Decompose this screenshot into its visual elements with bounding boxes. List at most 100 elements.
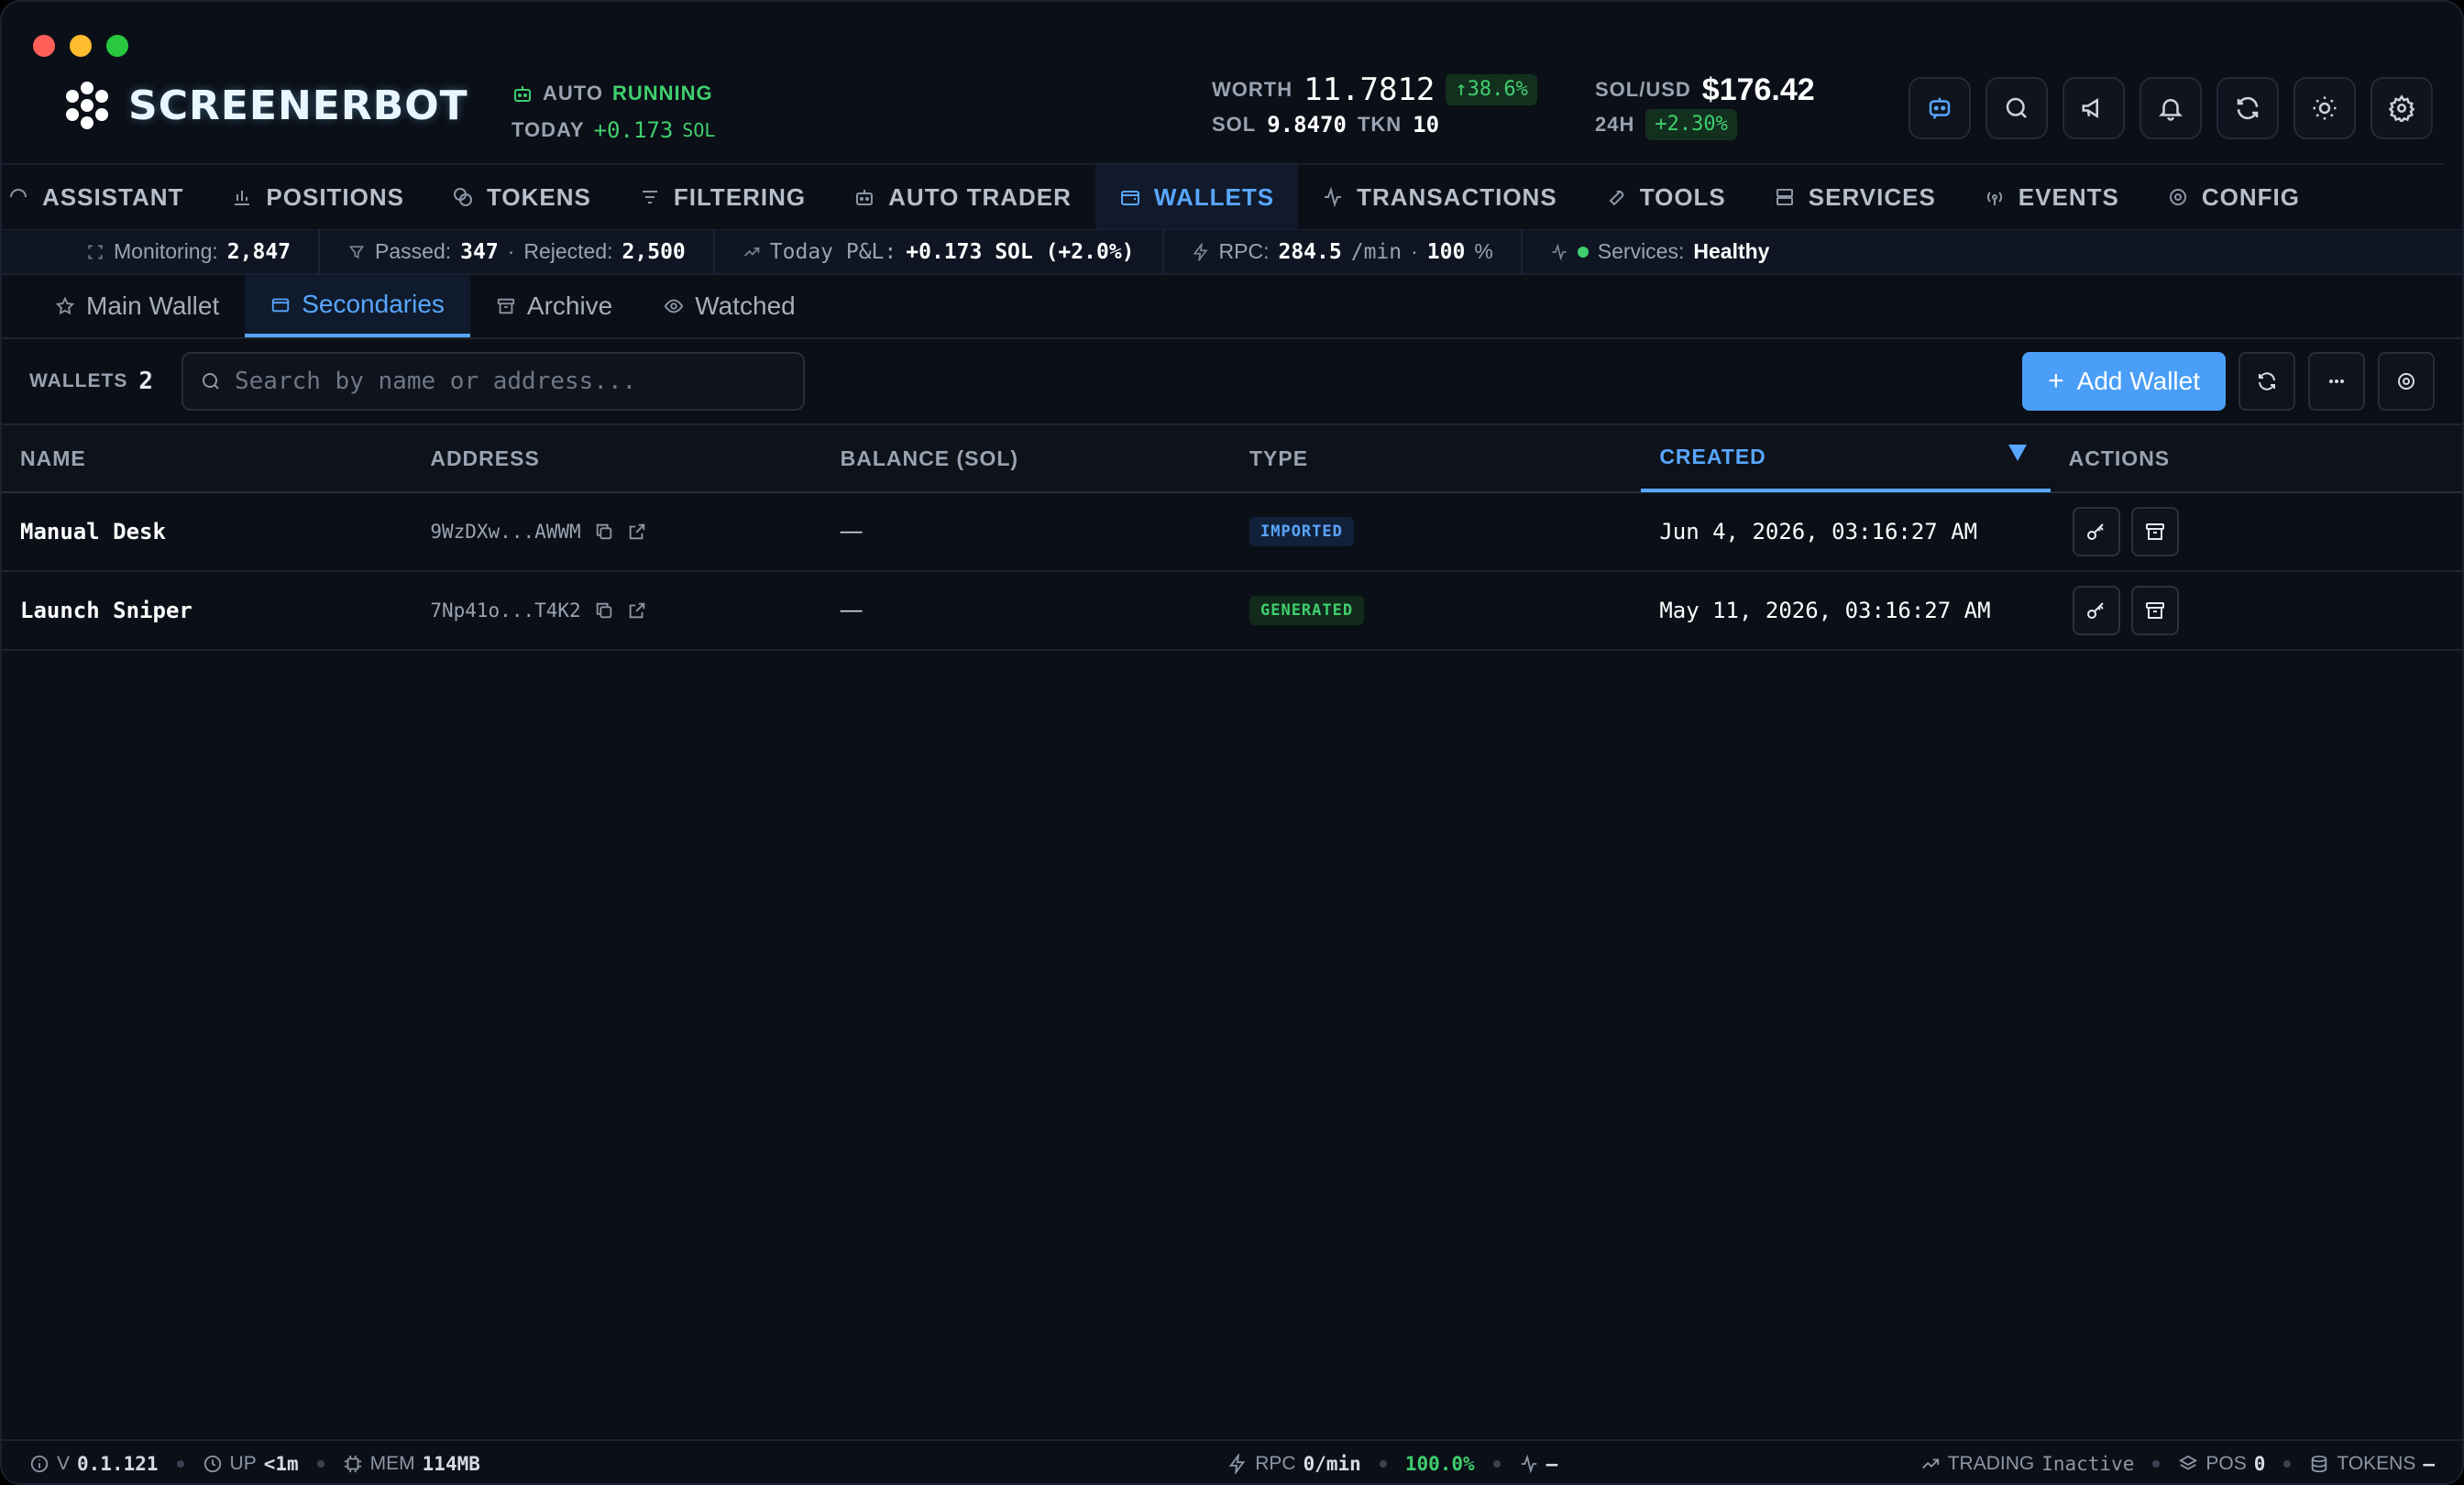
robot-icon	[514, 86, 531, 102]
table-settings-button[interactable]	[2378, 352, 2435, 411]
external-link-icon[interactable]	[627, 522, 647, 542]
announcements-button[interactable]	[2062, 77, 2125, 139]
activity-icon	[1552, 243, 1567, 260]
wallet-balance: —	[840, 598, 863, 622]
nav-label: TOOLS	[1639, 182, 1726, 211]
nav-label: EVENTS	[2018, 182, 2119, 211]
sol-label: SOL	[1212, 113, 1257, 136]
megaphone-icon	[2082, 97, 2098, 119]
row-actions	[2051, 571, 2462, 650]
tab-watched[interactable]: Watched	[638, 275, 820, 337]
positions-value: 0	[2253, 1453, 2266, 1475]
theme-toggle-button[interactable]	[2294, 77, 2356, 139]
chart-bar-icon	[235, 191, 250, 205]
tab-archive[interactable]: Archive	[470, 275, 638, 337]
services-label: Services:	[1597, 239, 1685, 263]
search-box	[181, 352, 805, 411]
solusd-value: $176.42	[1701, 72, 1815, 107]
table-row[interactable]: Manual Desk 9WzDXw...AWWM — IMPORTED Jun…	[2, 493, 2462, 572]
nav-item-transactions[interactable]: TRANSACTIONS	[1298, 165, 1581, 229]
today-label: TODAY	[512, 118, 585, 141]
nav-label: TRANSACTIONS	[1357, 182, 1557, 211]
export-key-button[interactable]	[2072, 507, 2120, 556]
footer-separator	[1379, 1460, 1387, 1468]
gear-icon	[2388, 94, 2415, 122]
settings-button[interactable]	[2370, 77, 2433, 139]
rpc-label: RPC	[1255, 1453, 1296, 1474]
column-header-created[interactable]: CREATED	[1641, 424, 2051, 492]
tab-secondaries[interactable]: Secondaries	[245, 275, 470, 337]
wallets-toolbar: WALLETS 2 + Add Wallet	[2, 339, 2462, 425]
refresh-wallets-button[interactable]	[2238, 352, 2295, 411]
pnl-label: Today P&L:	[769, 239, 897, 264]
nav-label: CONFIG	[2201, 182, 2300, 211]
app-header: SCREENERBOT AUTO RUNNING TODAY +0.173 SO…	[2, 2, 2462, 163]
plus-icon: +	[2048, 366, 2064, 396]
column-header-name[interactable]: NAME	[2, 424, 412, 492]
wallet-name: Manual Desk	[20, 519, 166, 544]
maximize-window-button[interactable]	[106, 35, 128, 57]
search-icon	[2006, 97, 2027, 118]
column-header-address[interactable]: ADDRESS	[412, 424, 821, 492]
status-dot	[1577, 246, 1589, 258]
nav-item-wallets[interactable]: WALLETS	[1094, 165, 1299, 229]
column-header-balance[interactable]: BALANCE (SOL)	[822, 424, 1231, 492]
column-header-type[interactable]: TYPE	[1231, 424, 1641, 492]
footer-separator	[2152, 1460, 2161, 1468]
trending-up-icon	[1921, 1458, 1939, 1469]
uptime-value: <1m	[263, 1453, 299, 1475]
search-button[interactable]	[1986, 77, 2048, 139]
h24-change-badge: +2.30%	[1645, 109, 1737, 140]
version-label: V	[57, 1453, 71, 1474]
created-date: May 11, 2026, 03:16:27 AM	[1659, 598, 1991, 623]
nav-item-positions[interactable]: POSITIONS	[207, 165, 428, 229]
wallets-count-value: 2	[138, 368, 154, 395]
archive-wallet-button[interactable]	[2130, 586, 2179, 635]
footer-separator	[176, 1460, 184, 1468]
notifications-button[interactable]	[2140, 77, 2202, 139]
archive-icon	[497, 298, 515, 314]
archive-wallet-button[interactable]	[2130, 507, 2179, 556]
nav-item-config[interactable]: CONFIG	[2143, 165, 2324, 229]
star-icon	[55, 296, 75, 315]
rejected-value: 2,500	[622, 239, 686, 264]
nav-item-events[interactable]: EVENTS	[1960, 165, 2143, 229]
tab-main-wallet[interactable]: Main Wallet	[29, 275, 245, 337]
monitoring-value: 2,847	[226, 239, 292, 264]
assistant-icon	[10, 189, 27, 198]
rpc-unit: /min	[1350, 239, 1402, 264]
nav-item-auto-trader[interactable]: AUTO TRADER	[830, 165, 1095, 229]
wallet-name: Launch Sniper	[20, 598, 192, 623]
info-icon	[30, 1455, 49, 1473]
more-options-button[interactable]	[2308, 352, 2365, 411]
auto-status: RUNNING	[611, 82, 713, 104]
uptime-label: UP	[229, 1453, 257, 1474]
refresh-button[interactable]	[2216, 77, 2279, 139]
nav-item-tokens[interactable]: TOKENS	[428, 165, 615, 229]
export-key-button[interactable]	[2072, 586, 2120, 635]
ticker-monitoring: Monitoring: 2,847	[59, 228, 321, 275]
external-link-icon[interactable]	[627, 600, 647, 621]
nav-item-filtering[interactable]: FILTERING	[615, 165, 830, 229]
search-input[interactable]	[234, 368, 785, 395]
table-row[interactable]: Launch Sniper 7Np41o...T4K2 — GENERATED …	[2, 572, 2462, 651]
nav-item-tools[interactable]: TOOLS	[1581, 165, 1750, 229]
copy-icon[interactable]	[594, 522, 614, 542]
archive-icon	[2145, 523, 2164, 540]
footer-separator	[2283, 1460, 2292, 1468]
close-window-button[interactable]	[33, 35, 55, 57]
key-icon	[2086, 602, 2104, 619]
cpu-icon	[344, 1455, 361, 1473]
minimize-window-button[interactable]	[70, 35, 92, 57]
copy-icon[interactable]	[594, 600, 614, 621]
add-wallet-button[interactable]: + Add Wallet	[2022, 352, 2226, 411]
wallet-icon	[272, 298, 290, 313]
nav-item-assistant[interactable]: ASSISTANT	[2, 165, 207, 229]
brand-logo[interactable]: SCREENERBOT	[62, 81, 468, 130]
toolbar-actions: + Add Wallet	[2022, 352, 2435, 411]
footer-separator	[1492, 1460, 1501, 1468]
tokens-label: TOKENS	[2337, 1453, 2416, 1474]
refresh-icon	[2259, 372, 2275, 390]
assistant-button[interactable]	[1908, 77, 1971, 139]
nav-item-services[interactable]: SERVICES	[1750, 165, 1960, 229]
